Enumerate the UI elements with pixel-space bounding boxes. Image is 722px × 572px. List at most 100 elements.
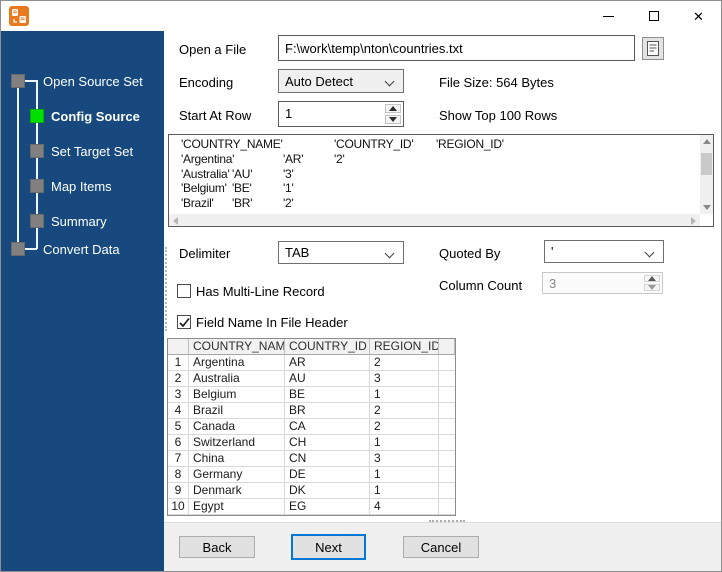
grid-cell[interactable]: 2 xyxy=(370,419,439,435)
table-row: 1 Argentina AR 2 xyxy=(168,355,455,371)
grid-cell[interactable]: Canada xyxy=(189,419,285,435)
grid-cell[interactable]: 9 xyxy=(168,483,189,499)
grid-cell[interactable]: China xyxy=(189,451,285,467)
grid-cell[interactable]: Switzerland xyxy=(189,435,285,451)
table-row: 8 Germany DE 1 xyxy=(168,467,455,483)
column-count-stepper: 3 xyxy=(542,272,663,294)
delimiter-select[interactable]: TAB xyxy=(278,241,404,264)
next-button[interactable]: Next xyxy=(291,534,366,560)
grid-cell[interactable]: 7 xyxy=(168,451,189,467)
horizontal-scrollbar[interactable] xyxy=(169,214,700,226)
table-row: 9 Denmark DK 1 xyxy=(168,483,455,499)
grid-cell[interactable]: 1 xyxy=(370,435,439,451)
step-box-map-items xyxy=(30,179,44,193)
raw-preview-box[interactable]: 'COUNTRY_NAME' 'COUNTRY_ID' 'REGION_ID' … xyxy=(168,134,714,227)
grid-cell[interactable]: CH xyxy=(285,435,370,451)
grid-cell[interactable]: AR xyxy=(285,355,370,371)
sidebar-step-open-source-set: Open Source Set xyxy=(43,74,143,89)
cancel-button[interactable]: Cancel xyxy=(403,536,479,558)
step-down-button xyxy=(644,284,660,291)
grid-cell[interactable]: Egypt xyxy=(189,499,285,515)
quoted-by-select[interactable]: ' xyxy=(544,240,664,263)
grid-cell[interactable]: DK xyxy=(285,483,370,499)
start-at-row-stepper[interactable]: 1 xyxy=(278,101,404,127)
file-size-text: File Size: 564 Bytes xyxy=(439,75,554,90)
maximize-button[interactable] xyxy=(631,1,676,31)
arrow-down-icon xyxy=(648,285,656,290)
step-down-button[interactable] xyxy=(385,115,401,124)
grid-cell[interactable]: 1 xyxy=(168,355,189,371)
scroll-down-icon[interactable] xyxy=(703,205,711,210)
vertical-scroll-thumb[interactable] xyxy=(701,153,712,175)
grid-filler-cell xyxy=(439,499,455,515)
grid-cell[interactable]: CA xyxy=(285,419,370,435)
grid-cell[interactable]: Denmark xyxy=(189,483,285,499)
minimize-button[interactable] xyxy=(586,1,631,31)
encoding-label: Encoding xyxy=(179,75,234,90)
grid-cell[interactable]: BE xyxy=(285,387,370,403)
vertical-splitter-grip[interactable] xyxy=(165,247,167,331)
grid-cell[interactable]: 8 xyxy=(168,467,189,483)
grid-header-cell[interactable] xyxy=(168,339,189,355)
table-row: 5 Canada CA 2 xyxy=(168,419,455,435)
multiline-checkbox[interactable] xyxy=(177,284,191,298)
arrow-up-icon xyxy=(389,106,397,111)
grid-cell[interactable]: 1 xyxy=(370,387,439,403)
grid-header-cell[interactable]: REGION_ID xyxy=(370,339,439,355)
grid-filler-cell xyxy=(439,355,455,371)
sidebar-step-set-target-set: Set Target Set xyxy=(51,144,134,159)
sidebar-step-map-items: Map Items xyxy=(51,179,112,194)
close-button[interactable]: ✕ xyxy=(676,1,721,31)
grid-cell[interactable]: Brazil xyxy=(189,403,285,419)
grid-cell[interactable]: 1 xyxy=(370,467,439,483)
scroll-up-icon[interactable] xyxy=(703,139,711,144)
grid-cell[interactable]: 2 xyxy=(370,355,439,371)
grid-cell[interactable]: 2 xyxy=(370,403,439,419)
horizontal-splitter-grip[interactable] xyxy=(429,520,465,522)
grid-cell[interactable]: 4 xyxy=(168,403,189,419)
maximize-icon xyxy=(648,11,659,21)
grid-cell[interactable]: 3 xyxy=(168,387,189,403)
browse-file-button[interactable] xyxy=(642,37,664,60)
grid-cell[interactable]: Germany xyxy=(189,467,285,483)
grid-cell[interactable]: 1 xyxy=(370,483,439,499)
footer-bar: Back Next Cancel xyxy=(164,520,721,571)
grid-cell[interactable]: Belgium xyxy=(189,387,285,403)
grid-filler-cell xyxy=(439,483,455,499)
grid-cell[interactable]: 6 xyxy=(168,435,189,451)
grid-cell[interactable]: 2 xyxy=(168,371,189,387)
show-top-rows-text: Show Top 100 Rows xyxy=(439,108,558,123)
grid-cell[interactable]: CN xyxy=(285,451,370,467)
grid-cell[interactable]: Australia xyxy=(189,371,285,387)
grid-cell[interactable]: 10 xyxy=(168,499,189,515)
vertical-scrollbar[interactable] xyxy=(700,135,713,214)
grid-cell[interactable]: DE xyxy=(285,467,370,483)
file-path-input[interactable]: F:\work\temp\nton\countries.txt xyxy=(278,35,635,61)
table-row: 3 Belgium BE 1 xyxy=(168,387,455,403)
scroll-left-icon[interactable] xyxy=(173,217,178,225)
title-bar: ✕ xyxy=(1,1,721,31)
delimiter-value: TAB xyxy=(285,245,310,260)
encoding-select[interactable]: Auto Detect xyxy=(278,69,404,93)
grid-cell[interactable]: 3 xyxy=(370,451,439,467)
grid-cell[interactable]: 4 xyxy=(370,499,439,515)
step-box-summary xyxy=(30,214,44,228)
grid-cell[interactable]: 3 xyxy=(370,371,439,387)
quoted-by-label: Quoted By xyxy=(439,246,501,261)
parsed-data-grid[interactable]: COUNTRY_NAME COUNTRY_ID REGION_ID 1 Argentin… xyxy=(167,338,456,516)
grid-header-row: COUNTRY_NAME COUNTRY_ID REGION_ID xyxy=(168,339,455,355)
chevron-down-icon xyxy=(644,247,655,258)
grid-cell[interactable]: BR xyxy=(285,403,370,419)
grid-cell[interactable]: 5 xyxy=(168,419,189,435)
grid-cell[interactable]: EG xyxy=(285,499,370,515)
app-window: ✕ Open Source Set Config Source Set Target… xyxy=(0,0,722,572)
wizard-sidebar: Open Source Set Config Source Set Target S… xyxy=(1,31,164,571)
back-button[interactable]: Back xyxy=(179,536,255,558)
step-up-button[interactable] xyxy=(385,104,401,113)
field-header-checkbox[interactable] xyxy=(177,315,191,329)
grid-cell[interactable]: Argentina xyxy=(189,355,285,371)
grid-header-cell[interactable]: COUNTRY_NAME xyxy=(189,339,285,355)
grid-header-cell[interactable]: COUNTRY_ID xyxy=(285,339,370,355)
scroll-right-icon[interactable] xyxy=(691,217,696,225)
grid-cell[interactable]: AU xyxy=(285,371,370,387)
